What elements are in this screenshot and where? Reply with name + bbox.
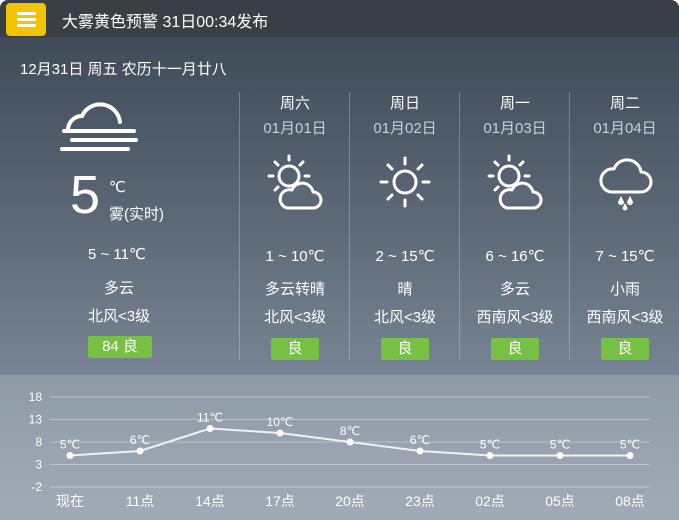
sunny-icon (379, 156, 431, 208)
forecast-condition: 晴 (397, 281, 413, 298)
forecast-weekday: 周日 (389, 95, 420, 112)
temperature-point-label: 5℃ (620, 438, 640, 452)
x-tick-label: 05点 (545, 493, 575, 509)
x-tick-label: 11点 (126, 493, 155, 509)
x-tick-label: 现在 (56, 493, 84, 509)
temperature-point-label: 5℃ (60, 438, 80, 452)
forecast-weekday: 周二 (609, 95, 640, 112)
forecast-temp-range: 6 ~ 16℃ (485, 248, 545, 265)
alert-text[interactable]: 大雾黄色预警 31日00:34发布 (62, 8, 268, 32)
forecast-wind: 西南风<3级 (476, 309, 554, 326)
y-tick-label: -2 (31, 480, 42, 494)
today-temp-range: 5 ~ 11℃ (88, 246, 146, 263)
forecast-wind: 北风<3级 (263, 309, 327, 326)
forecast-condition: 多云转晴 (264, 281, 325, 298)
forecast-wind: 北风<3级 (373, 309, 437, 326)
temperature-point-label: 5℃ (480, 438, 500, 452)
hourly-chart-panel: 18 13 8 3 -2 5℃ 现在 6℃ 11点 11℃ 14点 10℃ 17点 8℃ 20点 6℃ 23点 5… (0, 375, 679, 520)
temperature-point[interactable] (136, 447, 144, 455)
temperature-point-label: 11℃ (197, 411, 223, 425)
temperature-point[interactable] (626, 452, 634, 459)
partly-cloudy-icon (487, 154, 543, 210)
forecast-temp-range: 2 ~ 15℃ (375, 248, 435, 265)
x-tick-label: 08点 (615, 493, 645, 509)
fog-icon (60, 102, 138, 151)
forecast-weekday: 周一 (499, 95, 530, 112)
hourly-temperature-chart: 18 13 8 3 -2 5℃ 现在 6℃ 11点 11℃ 14点 10℃ 17点 8℃ 20点 6℃ 23点 5… (29, 390, 650, 509)
x-tick-label: 20点 (335, 493, 365, 509)
temperature-point-label: 5℃ (550, 438, 570, 452)
x-tick-label: 23点 (405, 493, 435, 509)
forecast-date: 01月01日 (263, 120, 327, 137)
temperature-unit: ℃ (109, 179, 126, 196)
forecast-aqi-badge[interactable]: 良 (491, 338, 539, 360)
forecast-date: 01月03日 (483, 120, 547, 137)
x-tick-label: 14点 (195, 493, 225, 509)
forecast-aqi-badge[interactable]: 良 (601, 338, 649, 360)
forecast-date: 01月02日 (373, 120, 437, 137)
temperature-point-label: 6℃ (410, 433, 430, 447)
hamburger-menu-icon[interactable] (6, 3, 46, 36)
today-aqi-badge[interactable]: 84 良 (88, 336, 152, 358)
current-condition: 雾(实时) (109, 206, 164, 223)
y-tick-label: 3 (35, 458, 42, 472)
temperature-point-label: 6℃ (130, 433, 150, 447)
temperature-point[interactable] (416, 447, 424, 455)
y-tick-label: 18 (29, 390, 43, 404)
temperature-point[interactable] (346, 438, 354, 446)
forecast-temp-range: 1 ~ 10℃ (265, 248, 325, 265)
forecast-aqi-badge[interactable]: 良 (381, 338, 429, 360)
temperature-point-label: 8℃ (340, 424, 360, 438)
forecast-wind: 西南风<3级 (586, 309, 664, 326)
temperature-point[interactable] (206, 425, 214, 432)
forecast-condition: 小雨 (609, 281, 640, 298)
light-rain-icon (599, 158, 653, 211)
weather-widget: 大雾黄色预警 31日00:34发布 12月31日 周五 农历十一月廿八 5 ℃ … (0, 0, 679, 520)
forecast-aqi-badge[interactable]: 良 (271, 338, 319, 360)
date-line: 12月31日 周五 农历十一月廿八 (20, 61, 227, 78)
forecast-weekday: 周六 (279, 95, 310, 112)
temperature-point[interactable] (486, 452, 494, 459)
forecast-temp-range: 7 ~ 15℃ (595, 248, 655, 265)
x-tick-label: 17点 (265, 493, 295, 509)
today-wind: 北风<3级 (88, 308, 151, 325)
temperature-point[interactable] (556, 452, 564, 459)
today-condition: 多云 (104, 280, 135, 297)
temperature-point-label: 10℃ (267, 415, 294, 429)
partly-cloudy-icon (267, 154, 323, 210)
x-tick-label: 02点 (475, 493, 505, 509)
temperature-point[interactable] (66, 452, 74, 459)
forecast-date: 01月04日 (593, 120, 657, 137)
temperature-point[interactable] (276, 429, 284, 437)
forecast-condition: 多云 (499, 281, 530, 298)
alert-bar[interactable]: 大雾黄色预警 31日00:34发布 (0, 0, 679, 37)
y-tick-label: 13 (29, 413, 43, 427)
y-tick-label: 8 (35, 435, 42, 449)
current-temperature: 5 (70, 165, 101, 225)
